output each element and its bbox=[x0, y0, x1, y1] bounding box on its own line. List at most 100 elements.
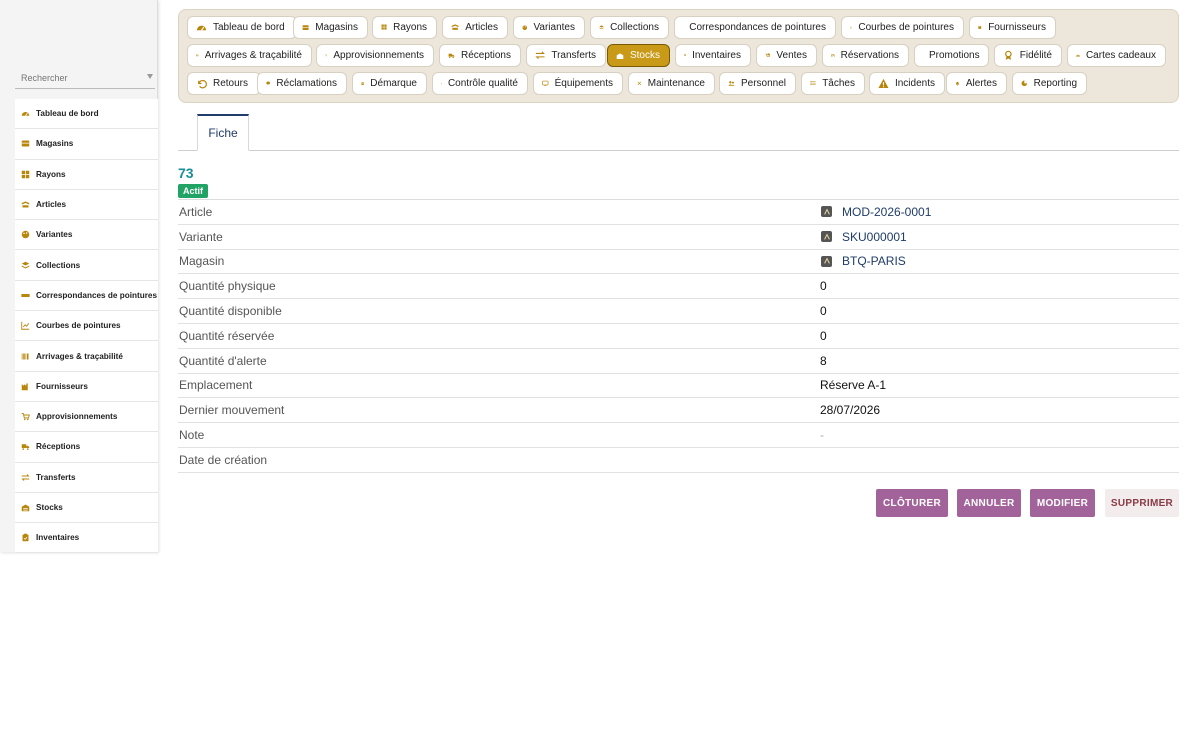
nav-pill-approvisionnements[interactable]: Approvisionnements bbox=[316, 44, 434, 67]
field-link[interactable]: MOD-2026-0001 bbox=[821, 205, 931, 219]
nav-pill-r-servations[interactable]: Réservations bbox=[822, 44, 909, 67]
tools-icon bbox=[637, 78, 642, 89]
cancel-button[interactable]: ANNULER bbox=[957, 489, 1021, 517]
field-link[interactable]: BTQ-PARIS bbox=[821, 254, 906, 268]
nav-pill-label: Promotions bbox=[929, 50, 980, 61]
field-row: Quantité disponible 0 bbox=[178, 299, 1179, 324]
delete-button[interactable]: SUPPRIMER bbox=[1105, 489, 1179, 517]
bell-icon bbox=[955, 78, 960, 89]
close-button[interactable]: CLÔTURER bbox=[876, 489, 948, 517]
field-value: - bbox=[820, 428, 824, 442]
nav-pill-personnel[interactable]: Personnel bbox=[719, 72, 796, 95]
nav-pill-collections[interactable]: Collections bbox=[590, 16, 669, 39]
people-icon bbox=[728, 78, 735, 89]
nav-pill-tableau-de-bord[interactable]: Tableau de bord bbox=[187, 16, 297, 39]
field-row: Emplacement Réserve A-1 bbox=[178, 374, 1179, 399]
nav-pill-incidents[interactable]: Incidents bbox=[869, 72, 945, 95]
nav-pill-variantes[interactable]: Variantes bbox=[513, 16, 585, 39]
nav-pill-courbes-de-pointures[interactable]: Courbes de pointures bbox=[841, 16, 964, 39]
sidebar-item-tableau-de-bord[interactable]: Tableau de bord bbox=[15, 99, 158, 130]
record-link-icon bbox=[821, 255, 832, 267]
pie-icon bbox=[1021, 78, 1028, 89]
sidebar-item-arrivages-tra-abilit-[interactable]: Arrivages & traçabilité bbox=[15, 341, 158, 372]
factory-icon bbox=[21, 382, 30, 391]
nav-pill-label: Réclamations bbox=[276, 78, 337, 89]
nav-pill-label: Articles bbox=[465, 22, 498, 33]
sidebar-item-label: Tableau de bord bbox=[36, 109, 99, 119]
field-value: 8 bbox=[820, 354, 827, 368]
sidebar-item-transferts[interactable]: Transferts bbox=[15, 463, 158, 493]
field-label: Magasin bbox=[179, 254, 225, 269]
nav-pill-retours[interactable]: Retours bbox=[187, 72, 261, 95]
sidebar-item-label: Fournisseurs bbox=[36, 381, 88, 391]
nav-pill--quipements[interactable]: Équipements bbox=[533, 72, 623, 95]
sidebar-item-inventaires[interactable]: Inventaires bbox=[15, 523, 158, 554]
tasks-icon bbox=[810, 78, 816, 89]
sidebar-search[interactable] bbox=[15, 67, 157, 91]
nav-pill-maintenance[interactable]: Maintenance bbox=[628, 72, 715, 95]
sidebar-item-stocks[interactable]: Stocks bbox=[15, 493, 158, 524]
nav-pill-alertes[interactable]: Alertes bbox=[946, 72, 1007, 95]
sales-icon bbox=[765, 50, 771, 61]
search-input[interactable] bbox=[15, 67, 155, 89]
nav-pill-label: Réceptions bbox=[460, 50, 511, 61]
tab-fiche[interactable]: Fiche bbox=[197, 114, 249, 151]
nav-pill-label: Transferts bbox=[551, 50, 596, 61]
nav-pill-arrivages-tra-abilit-[interactable]: Arrivages & traçabilité bbox=[187, 44, 312, 67]
sidebar-item-courbes-de-pointures[interactable]: Courbes de pointures bbox=[15, 311, 158, 342]
nav-pill-correspondances-de-pointures[interactable]: Correspondances de pointures bbox=[674, 16, 836, 39]
chevron-down-icon[interactable] bbox=[147, 74, 153, 79]
nav-pill-fid-lit-[interactable]: Fidélité bbox=[994, 44, 1062, 67]
field-row: Quantité physique 0 bbox=[178, 274, 1179, 300]
nav-pill-label: Approvisionnements bbox=[333, 50, 424, 61]
dashboard-icon bbox=[21, 109, 30, 118]
nav-pill-contr-le-qualit-[interactable]: Contrôle qualité bbox=[432, 72, 528, 95]
sidebar-item-r-ceptions[interactable]: Réceptions bbox=[15, 432, 158, 463]
nav-pill-label: Incidents bbox=[894, 78, 935, 89]
nav-pill-ventes[interactable]: Ventes bbox=[756, 44, 817, 67]
field-link[interactable]: SKU000001 bbox=[821, 230, 907, 244]
nav-pill-inventaires[interactable]: Inventaires bbox=[675, 44, 751, 67]
nav-pill-d-marque[interactable]: Démarque bbox=[352, 72, 427, 95]
nav-pill-label: Réservations bbox=[840, 50, 899, 61]
grid-icon bbox=[21, 170, 30, 179]
sidebar-item-magasins[interactable]: Magasins bbox=[15, 129, 158, 160]
nav-pill-reporting[interactable]: Reporting bbox=[1012, 72, 1087, 95]
record-fields: Article MOD-2026-0001 Variante SKU000001 Mag… bbox=[178, 199, 1179, 473]
field-label: Note bbox=[179, 428, 205, 443]
nav-pill-t-ches[interactable]: Tâches bbox=[801, 72, 865, 95]
warehouse-icon bbox=[21, 503, 30, 512]
nav-pill-transferts[interactable]: Transferts bbox=[526, 44, 606, 67]
field-value-text[interactable]: MOD-2026-0001 bbox=[842, 205, 931, 219]
sidebar-item-variantes[interactable]: Variantes bbox=[15, 220, 158, 251]
nav-pill-cartes-cadeaux[interactable]: Cartes cadeaux bbox=[1067, 44, 1166, 67]
field-value-text[interactable]: SKU000001 bbox=[842, 230, 907, 244]
nav-pill-r-clamations[interactable]: Réclamations bbox=[257, 72, 347, 95]
cart-icon bbox=[325, 50, 328, 61]
palette-icon bbox=[522, 22, 528, 33]
sidebar-item-correspondances-de-pointures[interactable]: Correspondances de pointures bbox=[15, 281, 158, 312]
sidebar-item-label: Collections bbox=[36, 260, 81, 270]
nav-pill-fournisseurs[interactable]: Fournisseurs bbox=[969, 16, 1056, 39]
nav-pill-rayons[interactable]: Rayons bbox=[372, 16, 437, 39]
field-label: Emplacement bbox=[179, 378, 253, 393]
sidebar-item-collections[interactable]: Collections bbox=[15, 250, 158, 281]
sidebar-item-approvisionnements[interactable]: Approvisionnements bbox=[15, 402, 158, 433]
nav-pill-stocks[interactable]: Stocks bbox=[607, 44, 670, 67]
nav-pill-label: Ventes bbox=[776, 50, 807, 61]
edit-button[interactable]: MODIFIER bbox=[1030, 489, 1095, 517]
warehouse-icon bbox=[616, 50, 624, 61]
field-label: Quantité d'alerte bbox=[179, 353, 267, 368]
nav-pill-r-ceptions[interactable]: Réceptions bbox=[439, 44, 521, 67]
field-value-text[interactable]: BTQ-PARIS bbox=[842, 254, 906, 268]
sidebar-item-rayons[interactable]: Rayons bbox=[15, 160, 158, 190]
nav-pill-magasins[interactable]: Magasins bbox=[293, 16, 368, 39]
nav-pill-promotions[interactable]: Promotions bbox=[914, 44, 989, 67]
nav-pill-label: Retours bbox=[213, 78, 249, 89]
field-value-text: - bbox=[820, 428, 824, 443]
sidebar-item-fournisseurs[interactable]: Fournisseurs bbox=[15, 372, 158, 402]
record-id: 73 bbox=[178, 165, 194, 181]
sidebar-item-articles[interactable]: Articles bbox=[15, 190, 158, 221]
nav-pill-articles[interactable]: Articles bbox=[442, 16, 508, 39]
arrows-icon bbox=[21, 473, 30, 482]
